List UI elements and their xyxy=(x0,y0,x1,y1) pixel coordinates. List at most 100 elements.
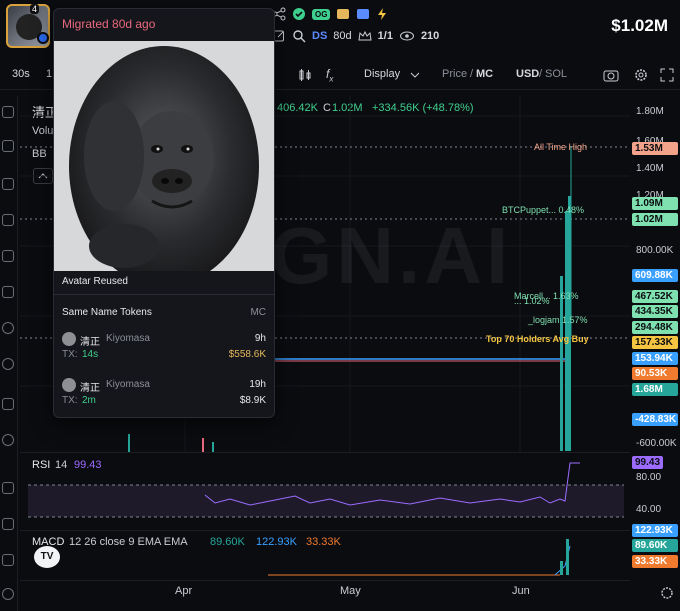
x-tick: Jun xyxy=(512,585,530,597)
search-icon[interactable] xyxy=(292,29,306,43)
x-tick: May xyxy=(340,585,361,597)
trendline-tool-icon[interactable] xyxy=(2,140,14,152)
price-tag: 153.94K xyxy=(632,352,678,365)
axis-settings-icon[interactable] xyxy=(660,586,674,600)
volume-bar xyxy=(128,434,130,452)
pump-candle xyxy=(565,211,568,451)
camera-icon[interactable] xyxy=(603,68,619,82)
volume-bar xyxy=(212,442,214,452)
macd-tag: 122.93K xyxy=(632,524,678,537)
price-tag: 467.52K xyxy=(632,290,678,303)
token-age: 19h xyxy=(249,379,266,390)
token-image xyxy=(54,41,274,271)
drawing-tools-rail xyxy=(0,96,18,611)
crosshair-tool-icon[interactable] xyxy=(2,106,14,118)
visibility-tool-icon[interactable] xyxy=(2,518,14,530)
rsi-chart xyxy=(28,462,624,518)
migrated-label: Migrated 80d ago xyxy=(62,17,156,31)
chevron-down-icon[interactable] xyxy=(410,71,420,79)
macd-value-1: 89.60K xyxy=(210,536,245,548)
price-tags: 1.53M 1.09M 1.02M 609.88K 467.52K 434.35K 294.… xyxy=(630,96,680,452)
price-tag: 434.35K xyxy=(632,305,678,318)
display-dropdown[interactable]: Display xyxy=(364,68,400,80)
price-tag: 609.88K xyxy=(632,269,678,282)
eraser-tool-icon[interactable] xyxy=(2,398,14,410)
mc-toggle[interactable]: MC xyxy=(476,68,493,80)
time-axis[interactable] xyxy=(20,580,630,611)
rsi-panel[interactable] xyxy=(20,452,630,528)
avatar-count: 4 xyxy=(30,4,40,14)
website-icon[interactable] xyxy=(336,7,350,21)
rsi-tick: 40.00 xyxy=(636,504,662,515)
lock-tool-icon[interactable] xyxy=(2,482,14,494)
usd-toggle[interactable]: USD xyxy=(516,68,539,80)
ruler-tool-icon[interactable] xyxy=(2,358,14,370)
macd-tags: 122.93K 89.60K 33.33K xyxy=(630,522,680,574)
tx-label: TX: xyxy=(62,349,78,360)
verified-badge-icon xyxy=(37,32,49,44)
eye-icon xyxy=(399,31,414,41)
avatar-reused-row: Avatar Reused xyxy=(54,271,274,295)
interval-button[interactable]: 30s xyxy=(12,68,30,80)
fullscreen-icon[interactable] xyxy=(660,68,674,82)
token-mc: $8.9K xyxy=(239,395,266,406)
mc-header: MC xyxy=(250,307,266,318)
macd-value-2: 122.93K xyxy=(256,536,297,548)
token-mc: $558.6K xyxy=(228,349,266,360)
crown-icon xyxy=(358,30,372,41)
market-cap-price: $1.02M xyxy=(611,16,668,35)
token-sub: Kiyomasa xyxy=(106,333,150,344)
more-tools-icon[interactable] xyxy=(2,588,14,600)
header-icon-row: OG xyxy=(272,6,388,22)
fib-tool-icon[interactable] xyxy=(2,178,14,190)
price-toggle[interactable]: Price xyxy=(442,68,467,80)
price-tag: 1.09M xyxy=(632,197,678,210)
token-info-popup[interactable]: Migrated 80d ago Avatar Reused Same Name… xyxy=(53,8,275,418)
holder-label-1: BTCPuppet... 0.48% xyxy=(502,205,585,215)
dexscreener-label[interactable]: DS xyxy=(312,30,327,42)
delete-tool-icon[interactable] xyxy=(2,554,14,566)
token-avatar-small xyxy=(62,378,76,392)
rsi-value: 99.43 xyxy=(74,459,102,471)
pattern-tool-icon[interactable] xyxy=(2,214,14,226)
token-name: 清正 xyxy=(80,337,100,348)
macd-tag: 89.60K xyxy=(632,539,678,552)
avatar-reused-label: Avatar Reused xyxy=(62,276,128,287)
header-stats-row: DS 80d 1/1 210 xyxy=(272,28,439,44)
check-badge-icon xyxy=(293,8,305,20)
watermark: GN.AI xyxy=(270,211,513,300)
candles-icon[interactable] xyxy=(298,68,312,82)
sol-toggle[interactable]: SOL xyxy=(545,68,567,80)
volume-bar xyxy=(202,438,204,452)
text-tool-icon[interactable] xyxy=(2,286,14,298)
rsi-label: RSI xyxy=(32,459,51,471)
x-tick: Apr xyxy=(175,585,193,597)
settings-icon[interactable] xyxy=(634,68,648,82)
bolt-icon xyxy=(378,8,387,20)
rsi-tag: 99.43 xyxy=(632,456,664,469)
measure-tool-icon[interactable] xyxy=(2,250,14,262)
views-count: 210 xyxy=(420,30,440,42)
tx-value: 14s xyxy=(82,349,99,360)
token-age: 80d xyxy=(333,30,352,42)
token-sub: Kiyomasa xyxy=(106,379,150,390)
price-tag: 294.48K xyxy=(632,321,678,334)
price-tag: 90.53K xyxy=(632,367,678,380)
gorilla-image xyxy=(54,41,274,271)
price-tag: 1.53M xyxy=(632,142,678,155)
tx-value: 2m xyxy=(82,395,96,406)
ath-label: All Time High xyxy=(534,142,588,152)
token-age: 9h xyxy=(254,333,266,344)
indicators-icon[interactable]: fx xyxy=(326,67,333,83)
emoji-tool-icon[interactable] xyxy=(2,322,14,334)
zoom-tool-icon[interactable] xyxy=(2,434,14,446)
same-name-header: Same Name Tokens xyxy=(62,307,152,318)
tradingview-logo[interactable]: TV xyxy=(34,546,60,568)
pump-candle-3 xyxy=(560,276,563,451)
price-tag: -428.83K xyxy=(632,413,678,426)
price-tag: 157.33K xyxy=(632,336,678,349)
interval-button-2[interactable]: 1 xyxy=(46,68,52,80)
og-badge: OG xyxy=(312,8,331,20)
price-tag: 1.02M xyxy=(632,213,678,226)
telegram-icon[interactable] xyxy=(356,7,370,21)
